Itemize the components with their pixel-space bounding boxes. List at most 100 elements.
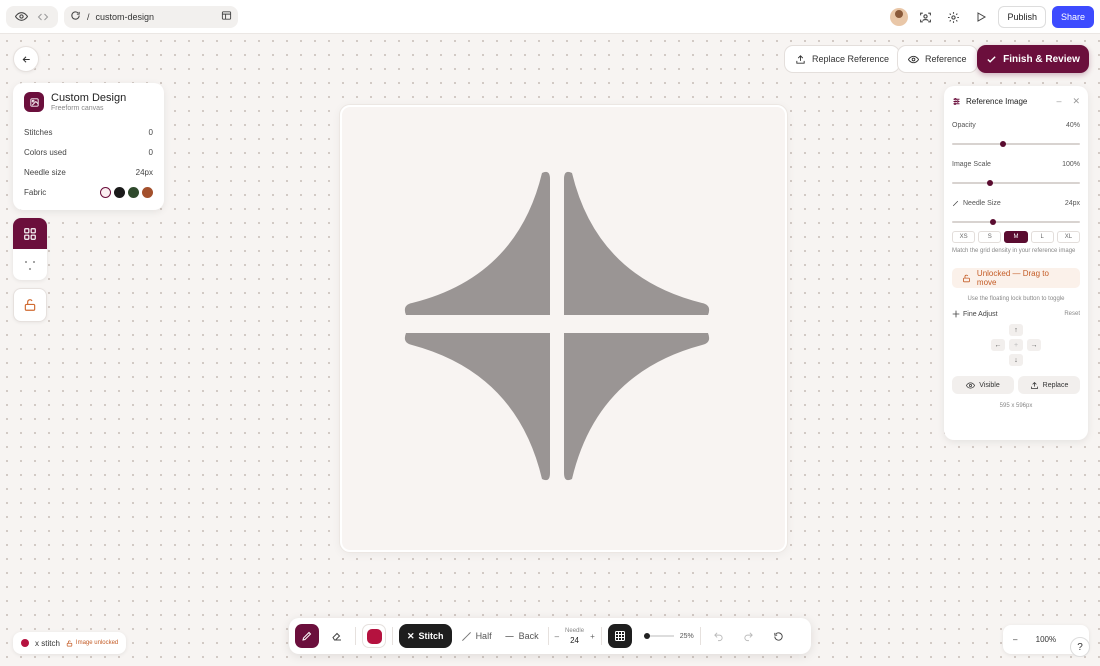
share-button[interactable]: Share [1051,6,1094,28]
fabric-label: Fabric [24,187,47,197]
stat-value: 0 [148,147,153,157]
avatar[interactable] [890,8,909,26]
nudge-down-button[interactable]: ↓ [1009,354,1023,366]
slider-knob[interactable] [1000,141,1007,147]
stat-row: Colors used 0 [24,142,153,162]
panel-tool-stack [13,218,47,280]
visible-label: Visible [979,381,1000,389]
unlock-icon [66,640,73,646]
fabric-row: Fabric [24,182,153,202]
image-state-text: Image unlocked [75,640,119,646]
play-icon[interactable] [970,6,992,28]
reload-icon[interactable] [70,10,81,23]
stitch-mode-button[interactable]: ✕ Stitch [399,624,452,648]
design-subtitle: Freeform canvas [51,105,104,112]
scan-icon[interactable] [914,6,936,28]
eye-icon[interactable] [10,6,32,28]
lock-status-box: Unlocked — Drag to move [952,268,1080,288]
reference-panel-title: Reference Image [966,96,1028,106]
design-info-card: Custom Design Freeform canvas Stitches 0… [13,83,164,210]
eraser-tool-button[interactable] [325,624,349,648]
color-picker-button[interactable] [362,624,386,648]
publish-button[interactable]: Publish [998,6,1046,28]
slider-knob[interactable] [987,180,994,186]
grid-view-button[interactable] [13,218,47,249]
size-preset-button[interactable]: XS [952,231,976,243]
fabric-swatch[interactable] [100,186,111,198]
stat-value: 0 [148,127,153,137]
stat-label: Needle size [24,167,66,177]
nudge-up-button[interactable]: ↑ [1009,324,1023,336]
grid-toggle-button[interactable] [607,624,632,648]
image-scale-value: 100% [1062,161,1080,168]
increase-button[interactable]: + [590,632,595,641]
reset-button[interactable]: Reset [1064,311,1080,317]
close-icon[interactable]: ✕ [1072,96,1080,107]
back-button[interactable] [13,46,39,72]
image-dimensions: 595 x 596px [999,403,1033,409]
move-icon [952,310,960,318]
arrow-left-icon [22,55,30,63]
nudge-center-button[interactable]: + [1009,339,1023,351]
opacity-slider[interactable] [952,141,1080,147]
slider-knob[interactable] [643,633,650,639]
layout-icon[interactable] [221,10,232,23]
divider [355,627,356,645]
reset-view-button[interactable] [767,624,791,648]
reference-image[interactable] [342,107,785,550]
fabric-swatch[interactable] [142,186,153,198]
replace-reference-button[interactable]: Replace Reference [784,45,901,73]
needle-value: 24 [570,636,579,645]
stat-label: Colors used [24,147,67,157]
needle-size-slider[interactable] [952,219,1080,225]
size-preset-button[interactable]: XL [1056,231,1081,243]
redo-icon [744,632,754,641]
size-preset-button[interactable]: M [1004,231,1028,243]
upload-icon [796,54,805,64]
image-scale-slider[interactable] [952,180,1080,186]
pen-tool-button[interactable] [295,624,319,648]
status-pill: x stitch Image unlocked [13,632,127,654]
lock-hint: Use the floating lock button to toggle [967,296,1065,302]
upload-icon [1030,381,1038,389]
fabric-swatch[interactable] [128,186,139,198]
redo-button[interactable] [737,624,761,648]
image-scale-label: Image Scale [952,161,991,168]
undo-button[interactable] [707,624,731,648]
size-preset-button[interactable]: S [978,231,1002,243]
half-mode-button[interactable]: Half [458,631,495,642]
divider [547,627,549,645]
url-bar[interactable]: / custom-design [64,5,238,28]
fine-adjust-label: Fine Adjust [963,310,998,318]
reference-button[interactable]: Reference [897,45,978,73]
zoom-value: 100% [1035,635,1057,644]
visible-toggle-button[interactable]: Visible [952,376,1014,394]
dots-icon [25,260,35,270]
slider-knob[interactable] [989,219,996,225]
finish-review-button[interactable]: Finish & Review [977,45,1089,73]
nudge-left-button[interactable]: ← [991,339,1005,351]
stitch-color-dot [21,639,29,647]
grid-opacity-slider[interactable] [643,633,674,639]
gear-icon[interactable] [942,6,964,28]
zoom-out-button[interactable]: – [1013,635,1017,644]
design-title: Custom Design [51,92,127,104]
stat-label: Stitches [24,127,53,137]
decrease-button[interactable]: – [555,632,559,641]
help-button[interactable]: ? [1070,637,1090,657]
needle-stepper: – Needle 24 + [555,627,595,645]
code-icon[interactable] [32,6,54,28]
nudge-right-button[interactable]: → [1027,339,1041,351]
size-preset-button[interactable]: L [1030,231,1054,243]
sliders-icon [953,97,960,105]
bottom-toolbar: ✕ Stitch Half Back – Needle 24 + 25% [289,618,811,654]
back-mode-button[interactable]: Back [501,631,542,642]
replace-image-button[interactable]: Replace [1018,376,1080,394]
lock-toggle-button[interactable] [13,288,47,322]
more-button[interactable] [13,249,47,280]
stitch-canvas[interactable] [340,105,787,552]
finish-review-label: Finish & Review [1003,53,1080,65]
minimize-icon[interactable]: – [1056,96,1061,106]
back-label: Back [518,631,539,641]
fabric-swatch[interactable] [114,186,125,198]
